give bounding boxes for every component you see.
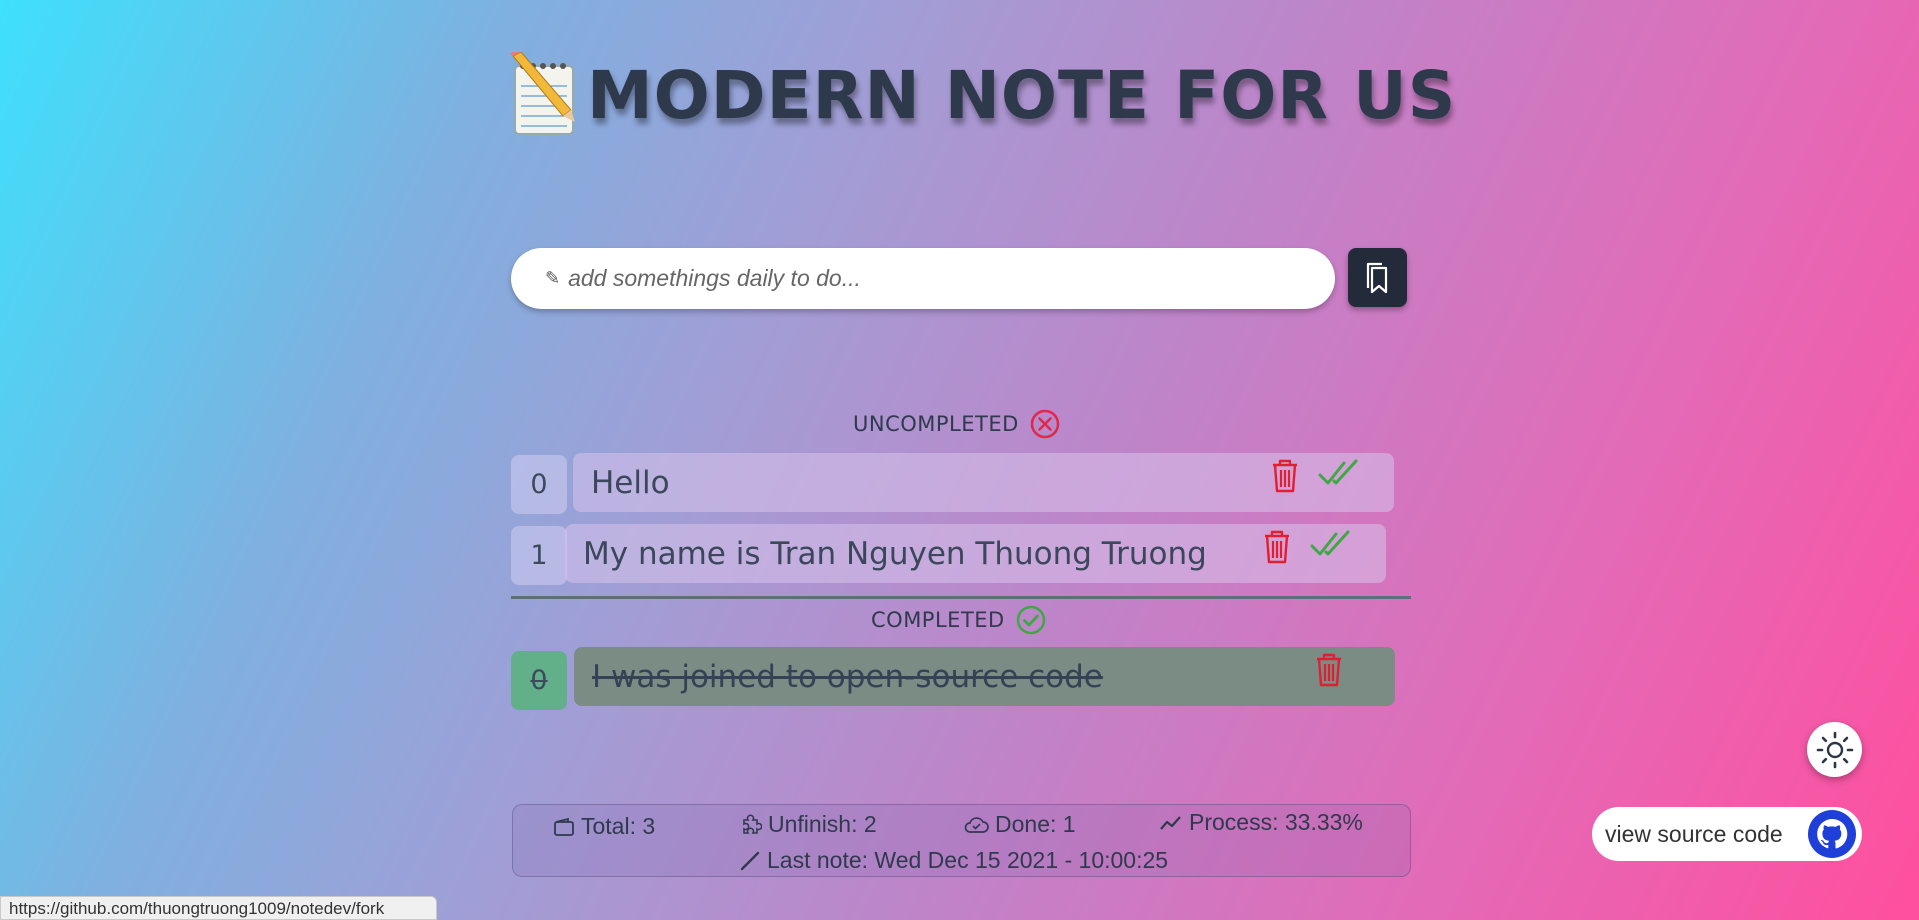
- todo-input[interactable]: [568, 265, 1289, 292]
- pencil-icon: ✎: [545, 268, 561, 288]
- stat-unfinish: Unfinish: 2: [740, 811, 877, 838]
- app-header: MODERN NOTE FOR US: [505, 50, 1457, 138]
- puzzle-icon: [743, 814, 762, 834]
- stat-process: Process: 33.33%: [1159, 809, 1363, 836]
- uncompleted-label: UNCOMPLETED: [853, 412, 1019, 436]
- completed-index: 0: [511, 651, 567, 710]
- todo-item[interactable]: Hello: [573, 453, 1394, 512]
- pen-icon: [740, 851, 760, 870]
- todo-input-container: ✎: [511, 248, 1335, 309]
- stat-unfinish-label: Unfinish: 2: [768, 811, 877, 837]
- sun-icon: [1816, 731, 1853, 768]
- todo-text: Hello: [591, 464, 670, 501]
- add-note-button[interactable]: [1348, 248, 1407, 307]
- todo-item[interactable]: My name is Tran Nguyen Thuong Truong: [565, 524, 1386, 583]
- check-circle-icon: [1016, 605, 1045, 635]
- uncompleted-heading: UNCOMPLETED: [853, 408, 1061, 440]
- check-double-icon[interactable]: [1318, 459, 1360, 489]
- trend-up-icon: [1160, 815, 1181, 830]
- stat-last-note: Last note: Wed Dec 15 2021 - 10:00:25: [739, 847, 1168, 874]
- wallet-icon: [554, 817, 574, 836]
- stat-done-label: Done: 1: [995, 811, 1076, 837]
- browser-status-bar: https://github.com/thuongtruong1009/note…: [0, 896, 437, 920]
- trash-icon[interactable]: [1270, 459, 1300, 493]
- completed-label: COMPLETED: [871, 608, 1005, 632]
- trash-icon[interactable]: [1262, 530, 1292, 564]
- todo-text: My name is Tran Nguyen Thuong Truong: [583, 535, 1207, 572]
- theme-toggle-button[interactable]: [1807, 722, 1862, 777]
- completed-text: I was joined to open-source code: [592, 658, 1103, 695]
- stat-done: Done: 1: [963, 811, 1076, 838]
- trash-icon[interactable]: [1314, 653, 1344, 687]
- page-title: MODERN NOTE FOR US: [587, 56, 1457, 134]
- x-circle-icon: [1030, 409, 1060, 439]
- section-divider: [511, 596, 1411, 599]
- cloud-check-icon: [964, 816, 989, 833]
- completed-heading: COMPLETED: [871, 604, 1047, 636]
- github-icon: [1808, 810, 1856, 858]
- todo-index: 0: [511, 455, 567, 514]
- bookmark-icon: [1366, 262, 1387, 293]
- stat-total: Total: 3: [553, 813, 655, 840]
- notepad-pencil-icon: [505, 50, 583, 138]
- completed-item[interactable]: I was joined to open-source code: [574, 647, 1395, 706]
- view-source-button[interactable]: view source code: [1592, 807, 1862, 861]
- stats-panel: Total: 3 Unfinish: 2 Done: 1 Process: 33…: [512, 804, 1411, 877]
- view-source-label: view source code: [1605, 820, 1783, 847]
- check-double-icon[interactable]: [1310, 530, 1352, 560]
- stat-last-note-label: Last note: Wed Dec 15 2021 - 10:00:25: [767, 847, 1169, 873]
- stat-process-label: Process: 33.33%: [1189, 809, 1363, 835]
- todo-index: 1: [511, 526, 567, 585]
- stat-total-label: Total: 3: [581, 813, 656, 839]
